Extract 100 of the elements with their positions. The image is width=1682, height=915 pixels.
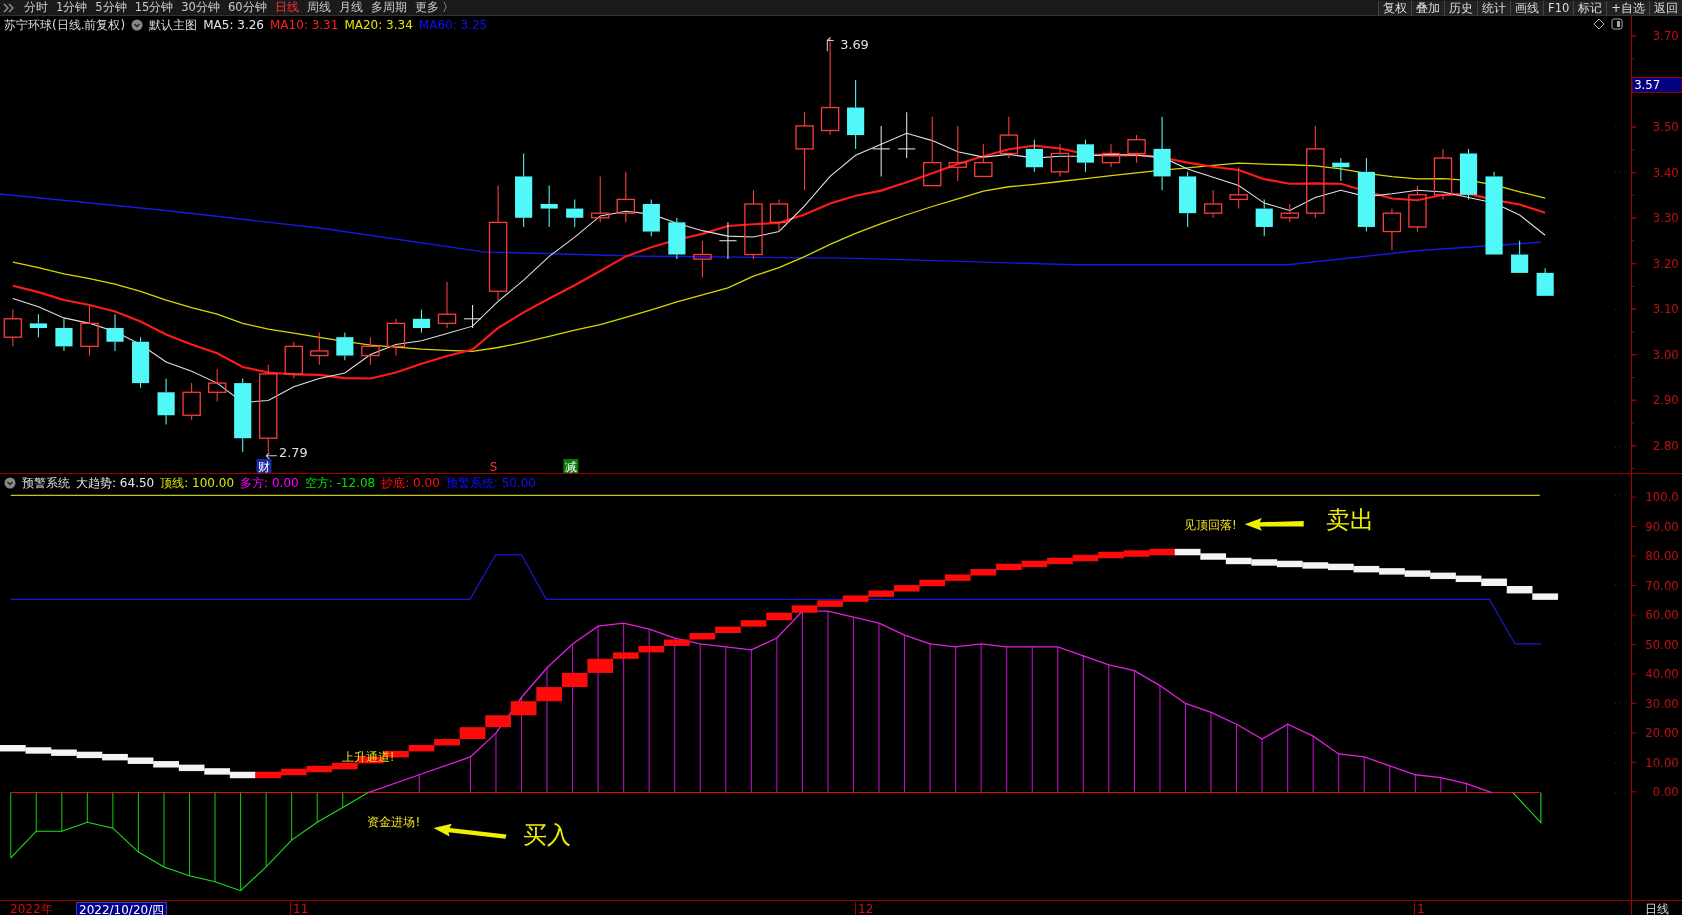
toolbar-button[interactable]: 画线 — [1510, 0, 1544, 15]
candlestick — [718, 221, 738, 260]
period-label: 日线 — [1645, 902, 1669, 915]
candlestick — [540, 185, 558, 228]
toolbar-button[interactable]: 标记 — [1573, 0, 1607, 15]
candlestick — [769, 198, 789, 233]
candlestick — [284, 341, 304, 380]
indicator-value: 顶线: 100.00 — [160, 474, 235, 492]
period-tab[interactable]: 1分钟 — [52, 0, 92, 15]
candlestick — [361, 336, 380, 366]
toolbar-button[interactable]: 历史 — [1444, 0, 1478, 15]
toolbar-button[interactable]: 返回 — [1649, 0, 1682, 15]
candlestick — [1127, 134, 1146, 164]
candlestick — [386, 318, 406, 357]
candlestick — [897, 111, 916, 159]
price-axis-label: 3.00 — [1652, 347, 1679, 362]
indicator-axis-label: 80.00 — [1645, 549, 1679, 564]
event-marker: 减 — [563, 459, 579, 473]
period-tab[interactable]: 周线 — [302, 0, 335, 15]
indicator-value: MA20: 3.34 — [344, 18, 413, 32]
candlestick — [872, 125, 891, 177]
toolbar-button[interactable]: 叠加 — [1411, 0, 1445, 15]
stock-title: 苏宁环球(日线.前复权) — [4, 16, 126, 34]
cursor-date-label: 2022/10/20/四 — [76, 902, 168, 915]
candlestick — [182, 382, 201, 421]
leader-line — [265, 452, 278, 460]
high-price-label: 3.69 — [840, 37, 869, 53]
indicator-axis-label: 100.0 — [1645, 490, 1679, 505]
arrow-icon — [1244, 517, 1304, 531]
candlestick — [1382, 208, 1402, 251]
candlestick — [591, 175, 610, 223]
indicator-value: 大趋势: 64.50 — [76, 474, 155, 492]
current-price-tag: 3.57 — [1632, 76, 1682, 93]
period-tab[interactable]: 5分钟 — [91, 0, 131, 15]
candlestick — [1459, 148, 1478, 200]
candlestick — [566, 198, 584, 228]
indicator-value: MA5: 3.26 — [203, 18, 264, 32]
candlestick — [310, 332, 329, 366]
period-tab[interactable]: 日线 — [270, 0, 303, 15]
signal-label: 买入 — [523, 821, 572, 849]
candlestick — [3, 309, 23, 347]
period-tab[interactable]: 更多 〉 — [410, 0, 459, 15]
toolbar-button[interactable]: 复权 — [1378, 0, 1412, 15]
candlestick — [1433, 148, 1453, 200]
toolbar-button[interactable]: 统计 — [1477, 0, 1511, 15]
period-tab[interactable]: 15分钟 — [130, 0, 178, 15]
period-tab[interactable]: 月线 — [334, 0, 367, 15]
toolbar-button[interactable]: +自选 — [1606, 0, 1649, 15]
diamond-icon[interactable] — [1593, 18, 1605, 30]
indicator-axis-label: 90.00 — [1645, 519, 1679, 534]
year-label: 2022年 — [10, 902, 53, 915]
candlestick — [1050, 143, 1070, 177]
annotation-label: 资金进场! — [367, 814, 421, 829]
month-label: 11 — [290, 902, 309, 915]
price-axis-label: 2.90 — [1652, 393, 1679, 408]
candlestick — [923, 116, 942, 187]
candlestick — [132, 336, 150, 389]
candlestick — [999, 116, 1019, 159]
indicator-axis-label: 20.00 — [1645, 726, 1679, 741]
candlestick — [1332, 157, 1350, 182]
indicator-axis-label: 30.00 — [1645, 696, 1679, 711]
candlestick — [1280, 203, 1299, 223]
candlestick — [642, 198, 660, 237]
candlestick — [1076, 139, 1095, 173]
price-axis-label: 3.30 — [1652, 211, 1679, 226]
chevron-circle-icon[interactable] — [4, 477, 16, 489]
indicator-axis-label: 0.00 — [1652, 785, 1679, 800]
period-tab[interactable]: 30分钟 — [177, 0, 224, 15]
template-label[interactable]: 默认主图 — [149, 16, 198, 34]
panel-icon[interactable] — [1611, 18, 1623, 30]
month-label: 12 — [855, 902, 874, 915]
candlestick — [55, 318, 73, 352]
candlestick — [106, 313, 124, 352]
event-marker: 财 — [256, 459, 272, 473]
indicator-axis-label: 50.00 — [1645, 637, 1679, 652]
candlestick — [693, 240, 712, 278]
price-axis-label: 2.80 — [1652, 439, 1679, 454]
period-tab[interactable]: 60分钟 — [223, 0, 271, 15]
period-tab[interactable]: 分时 — [20, 0, 52, 15]
candlestick — [668, 217, 686, 260]
candlestick — [437, 281, 457, 329]
price-axis-label: 3.40 — [1652, 165, 1679, 180]
chevron-circle-icon[interactable] — [131, 19, 144, 31]
candlestick — [1255, 198, 1273, 237]
low-price-label: 2.79 — [279, 444, 308, 460]
candlestick — [1101, 143, 1121, 168]
signal-label: 卖出 — [1325, 505, 1374, 534]
indicator-value: 空方: -12.08 — [304, 474, 376, 492]
candlestick — [616, 171, 635, 223]
indicator-axis-label: 60.00 — [1645, 608, 1679, 623]
annotation-label: 见顶回落! — [1184, 517, 1237, 532]
candlestick — [847, 79, 865, 150]
candlestick — [1025, 139, 1043, 173]
indicator-value: MA10: 3.31 — [269, 18, 339, 32]
period-tab[interactable]: 多周期 — [366, 0, 411, 15]
toolbar-button[interactable]: F10 — [1543, 0, 1574, 15]
indicator-axis-label: 70.00 — [1645, 578, 1679, 593]
indicator-title: 预警系统 — [22, 474, 70, 492]
price-axis-label: 3.70 — [1652, 29, 1679, 44]
collapse-icon[interactable] — [2, 1, 16, 14]
